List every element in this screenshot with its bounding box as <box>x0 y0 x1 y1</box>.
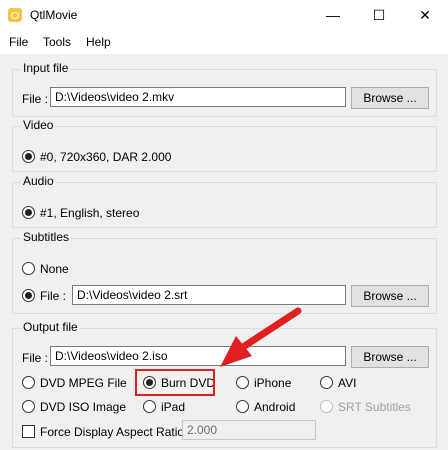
annotation-arrow-icon <box>220 307 302 367</box>
